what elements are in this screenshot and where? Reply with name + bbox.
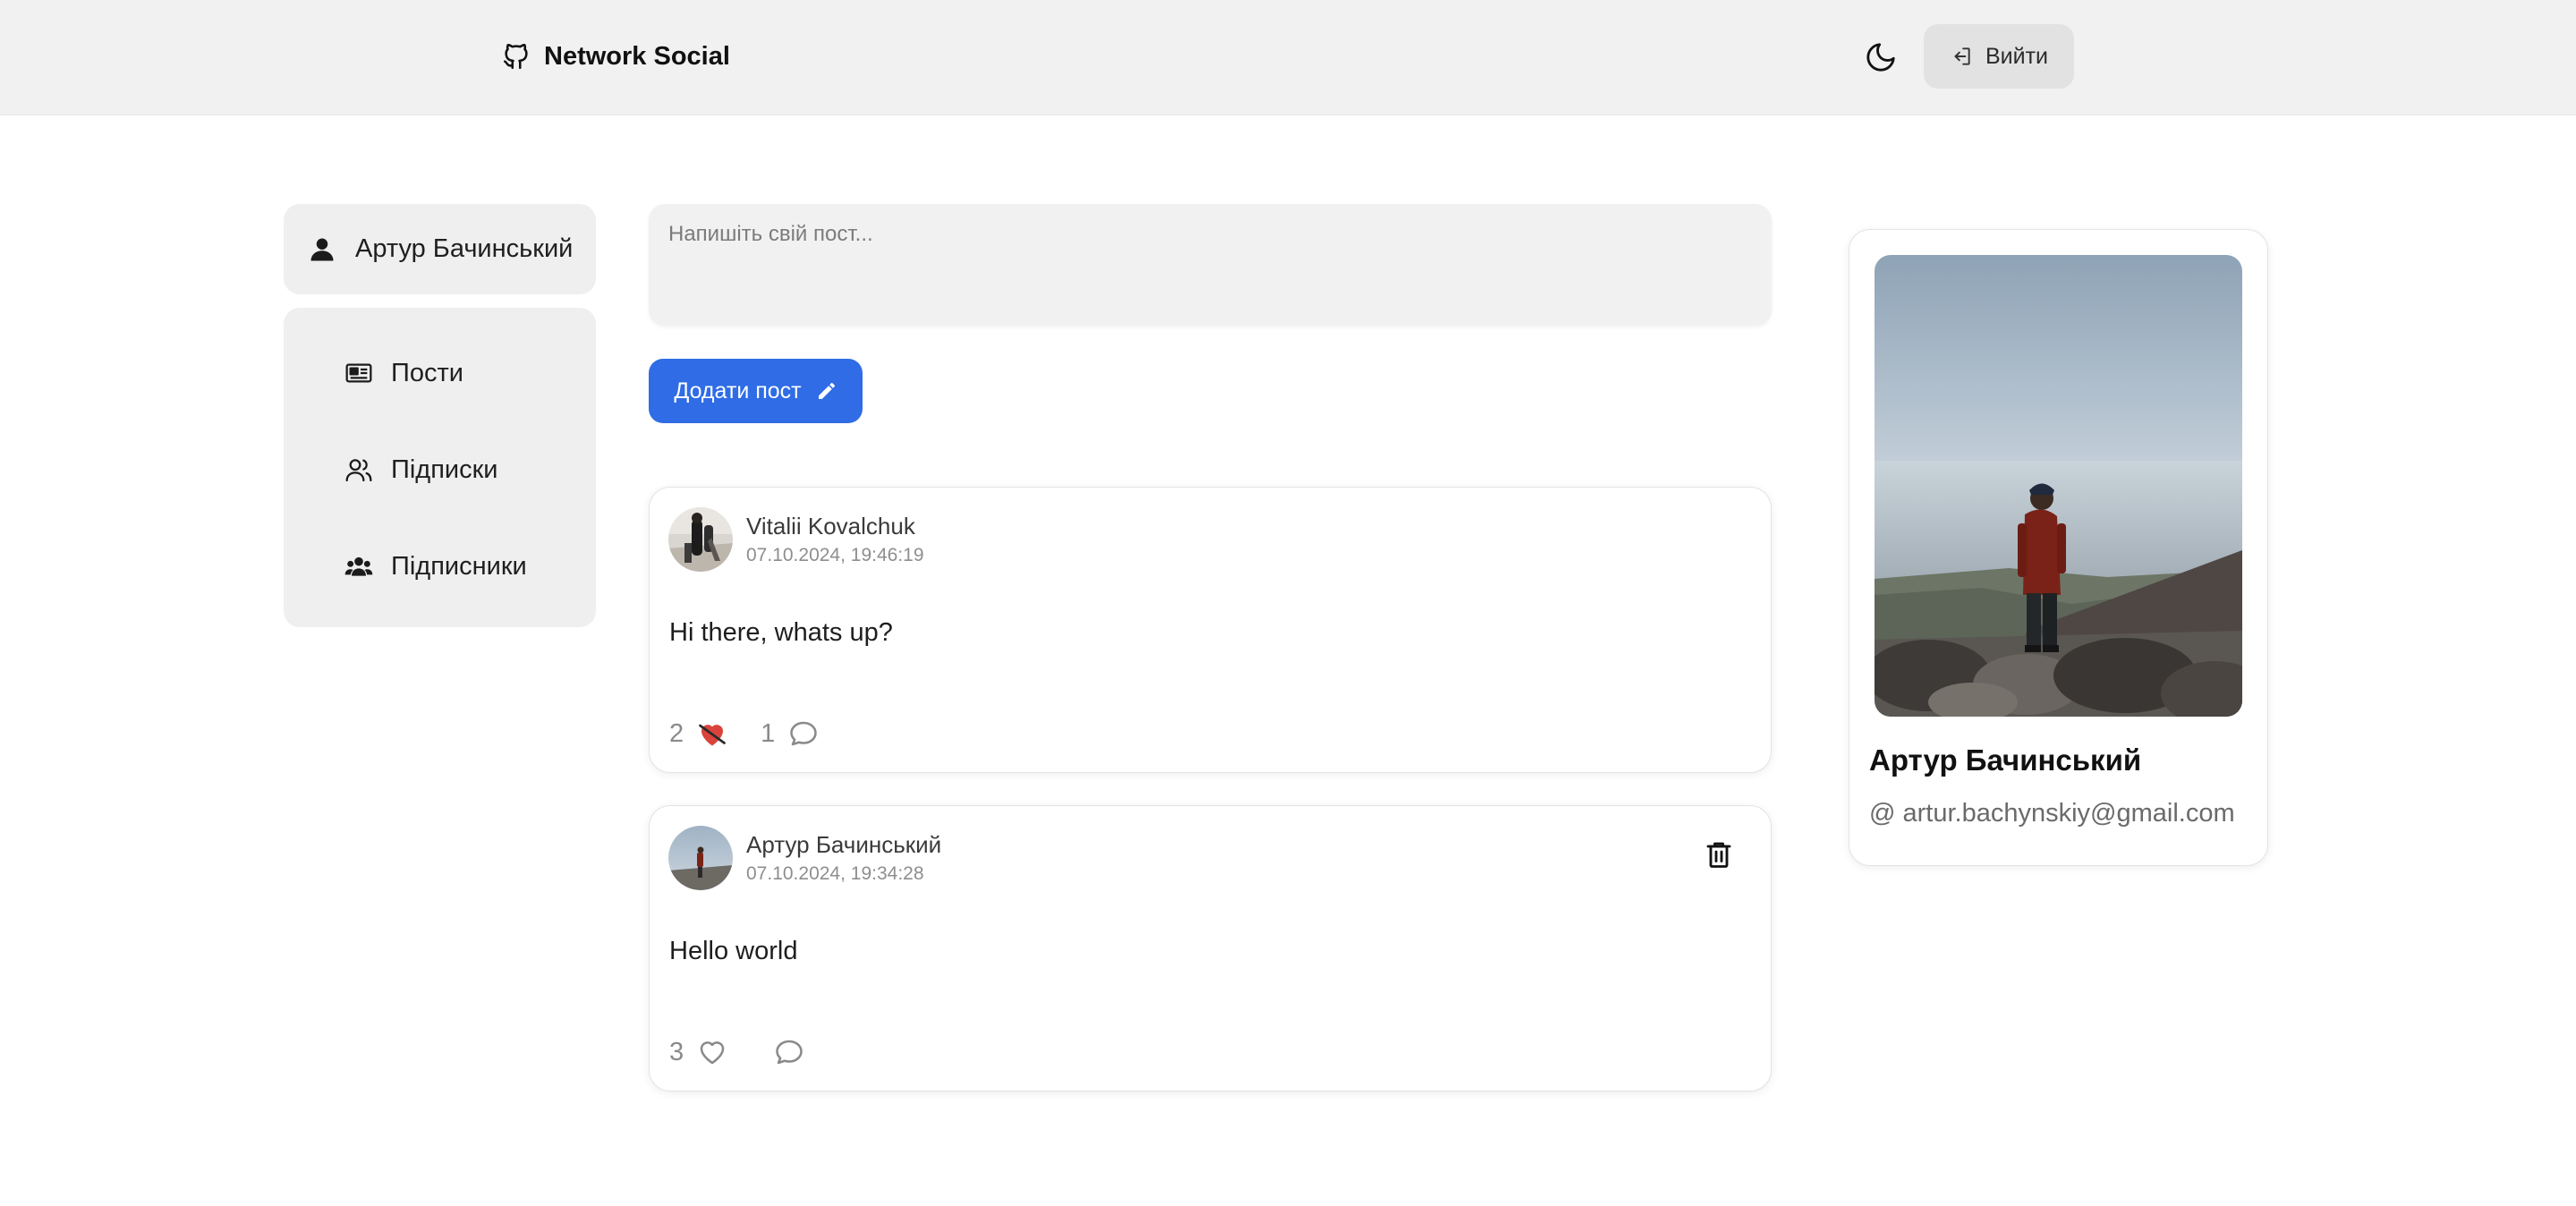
brand-name: Network Social — [544, 41, 730, 71]
profile-email-text: artur.bachynskiy@gmail.com — [1902, 799, 2235, 828]
trash-icon[interactable] — [1703, 838, 1735, 871]
logout-icon — [1954, 47, 1970, 65]
pencil-icon — [818, 383, 835, 399]
comment-icon — [790, 721, 818, 746]
post-actions: 3 — [669, 1034, 805, 1070]
logout-button[interactable]: Вийти — [1924, 24, 2074, 89]
post-text: Hello world — [669, 937, 798, 965]
sidebar-item-posts[interactable]: Пости — [344, 346, 463, 400]
profile-card: Артур Бачинський @ artur.bachynskiy@gmai… — [1849, 229, 2268, 866]
add-post-button[interactable]: Додати пост — [649, 359, 863, 423]
at-sign-icon: @ — [1869, 799, 1896, 828]
sidebar-item-followers[interactable]: Підписники — [344, 539, 527, 593]
heart-icon — [700, 1041, 725, 1065]
profile-photo-image — [1875, 255, 2242, 717]
post-card: Артур Бачинський 07.10.2024, 19:34:28 He… — [649, 805, 1772, 1091]
avatar-photo — [668, 507, 733, 572]
add-post-label: Додати пост — [674, 378, 802, 403]
newspaper-icon — [345, 363, 372, 383]
logout-label: Вийти — [1985, 43, 2049, 69]
sidebar-item-subscriptions[interactable]: Підписки — [344, 443, 498, 497]
comment-icon — [776, 1040, 803, 1065]
avatar[interactable] — [668, 507, 733, 572]
like-count: 3 — [669, 1037, 684, 1066]
post-text: Hi there, whats up? — [669, 618, 893, 647]
top-header: Network Social Вийти — [0, 0, 2576, 115]
users-icon — [345, 459, 372, 482]
moon-icon — [1866, 43, 1895, 72]
comment-button[interactable] — [761, 1036, 805, 1068]
like-count: 2 — [669, 718, 684, 748]
post-composer-input[interactable] — [649, 204, 1772, 326]
users-group-icon — [344, 556, 373, 576]
avatar-photo — [668, 826, 733, 890]
comment-button[interactable]: 1 — [761, 718, 820, 750]
sidebar-nav: Пости Підписки Підписники — [284, 308, 596, 627]
sidebar-profile-name: Артур Бачинський — [355, 234, 574, 263]
post-actions: 2 1 — [669, 716, 820, 752]
brand-logo[interactable]: Network Social — [501, 36, 730, 77]
like-button[interactable]: 3 — [669, 1036, 728, 1068]
post-author[interactable]: Артур Бачинський — [746, 831, 941, 859]
github-icon — [503, 44, 528, 70]
post-date: 07.10.2024, 19:46:19 — [746, 545, 924, 565]
profile-photo — [1875, 255, 2242, 717]
post-date: 07.10.2024, 19:34:28 — [746, 863, 924, 884]
theme-toggle[interactable] — [1859, 36, 1902, 79]
post-author[interactable]: Vitalii Kovalchuk — [746, 513, 915, 540]
user-icon — [310, 238, 334, 260]
post-card: Vitalii Kovalchuk 07.10.2024, 19:46:19 H… — [649, 487, 1772, 773]
sidebar-item-label: Підписки — [391, 454, 498, 484]
comment-count: 1 — [761, 718, 776, 748]
sidebar-item-label: Підписники — [391, 551, 527, 581]
sidebar-profile-link[interactable]: Артур Бачинський — [284, 204, 596, 294]
sidebar-item-label: Пости — [391, 358, 463, 387]
heart-filled-icon — [699, 724, 726, 746]
profile-card-name: Артур Бачинський — [1869, 743, 2142, 777]
profile-card-email: @ artur.bachynskiy@gmail.com — [1869, 799, 2235, 828]
like-button[interactable]: 2 — [669, 718, 728, 750]
avatar[interactable] — [668, 826, 733, 890]
